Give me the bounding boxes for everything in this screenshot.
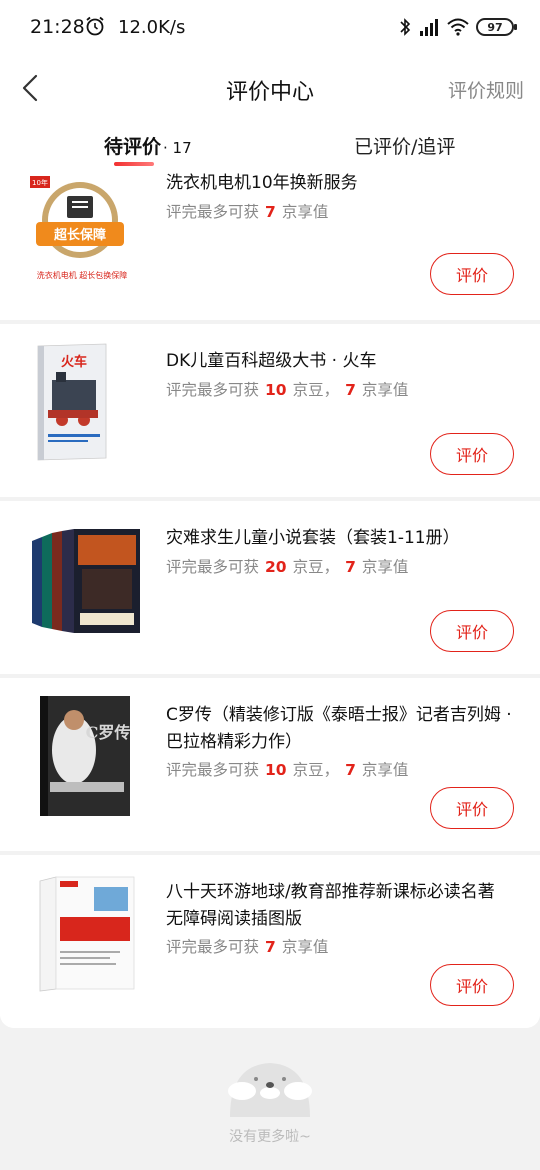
reward-prefix: 评完最多可获 <box>166 761 260 779</box>
reward-unit: 京享值 <box>361 558 409 576</box>
reward-number: 7 <box>265 938 276 956</box>
bluetooth-icon <box>400 18 411 36</box>
svg-text:10年: 10年 <box>32 178 48 187</box>
reward-prefix: 评完最多可获 <box>166 938 260 956</box>
active-tab-indicator <box>114 162 154 166</box>
svg-text:洗衣机电机 超长包换保障: 洗衣机电机 超长包换保障 <box>37 270 128 280</box>
reward-unit: 京享值 <box>361 381 409 399</box>
reward-prefix: 评完最多可获 <box>166 203 260 221</box>
reward-number: 10 <box>265 761 287 779</box>
list-item: 灾难求生儿童小说套装（套装1-11册） 评完最多可获 20 京豆， 7 京享值 评价 <box>0 497 540 674</box>
battery-indicator: 97 <box>476 18 517 36</box>
product-image: 火车 <box>22 342 142 462</box>
product-image: C罗传 <box>22 696 142 816</box>
status-time: 21:28 <box>30 16 85 38</box>
tab-pending-count: · 17 <box>163 139 192 157</box>
app-header: 评价中心 评价规则 <box>0 56 540 120</box>
reward-number: 20 <box>265 558 287 576</box>
product-name[interactable]: DK儿童百科超级大书 · 火车 <box>166 348 514 375</box>
rules-link[interactable]: 评价规则 <box>448 76 524 103</box>
reward-number: 10 <box>265 381 287 399</box>
reward-info: 评完最多可获 10 京豆， 7 京享值 <box>166 758 408 780</box>
evaluate-button[interactable]: 评价 <box>430 253 514 295</box>
network-speed: 12.0K/s <box>118 17 186 38</box>
no-more-text: 没有更多啦~ <box>229 1129 311 1145</box>
svg-text:火车: 火车 <box>61 354 87 370</box>
evaluate-button[interactable]: 评价 <box>430 964 514 1006</box>
svg-text:超长保障: 超长保障 <box>54 227 106 243</box>
reward-info: 评完最多可获 20 京豆， 7 京享值 <box>166 555 408 577</box>
reward-info: 评完最多可获 7 京享值 <box>166 200 328 222</box>
reward-info: 评完最多可获 10 京豆， 7 京享值 <box>166 378 408 400</box>
reward-unit: 京享值 <box>361 761 409 779</box>
product-image <box>22 519 142 639</box>
alarm-icon <box>86 16 104 36</box>
product-name[interactable]: 灾难求生儿童小说套装（套装1-11册） <box>166 525 514 552</box>
reward-unit: 京享值 <box>281 938 329 956</box>
evaluate-button[interactable]: 评价 <box>430 787 514 829</box>
reward-number: 7 <box>265 203 276 221</box>
reward-unit: 京豆， <box>292 761 340 779</box>
reward-prefix: 评完最多可获 <box>166 558 260 576</box>
battery-level: 97 <box>487 20 503 34</box>
wifi-icon <box>447 18 469 36</box>
reward-unit: 京豆， <box>292 381 340 399</box>
product-image: 10年 超长保障 洗衣机电机 超长包换保障 <box>22 172 142 292</box>
list-item: 八十天环游地球/教育部推荐新课标必读名著 无障碍阅读插图版 评完最多可获 7 京享值… <box>0 851 540 1028</box>
evaluate-button[interactable]: 评价 <box>430 433 514 475</box>
tab-reviewed[interactable]: 已评价/追评 <box>354 132 455 159</box>
reward-unit: 京豆， <box>292 558 340 576</box>
product-name[interactable]: 八十天环游地球/教育部推荐新课标必读名著 无障碍阅读插图版 <box>166 879 514 933</box>
reward-number: 7 <box>345 761 356 779</box>
list-item: 10年 超长保障 洗衣机电机 超长包换保障 洗衣机电机10年换新服务 评完最多可… <box>0 168 540 320</box>
signal-icon <box>420 19 438 36</box>
reward-number: 7 <box>345 381 356 399</box>
reward-number: 7 <box>345 558 356 576</box>
evaluate-button[interactable]: 评价 <box>430 610 514 652</box>
tab-pending-label: 待评价 <box>104 136 162 158</box>
reward-prefix: 评完最多可获 <box>166 381 260 399</box>
product-name[interactable]: 洗衣机电机10年换新服务 <box>166 170 514 197</box>
product-list: 10年 超长保障 洗衣机电机 超长包换保障 洗衣机电机10年换新服务 评完最多可… <box>0 168 540 1028</box>
mascot-dog-icon <box>228 1063 312 1117</box>
product-name[interactable]: C罗传（精装修订版《泰晤士报》记者吉列姆 · 巴拉格精彩力作） <box>166 702 514 756</box>
list-item: 火车 DK儿童百科超级大书 · 火车 评完最多可获 10 京豆， 7 京享值 评价 <box>0 320 540 497</box>
reward-info: 评完最多可获 7 京享值 <box>166 935 328 957</box>
svg-text:C罗传: C罗传 <box>86 723 131 742</box>
list-end-footer: 没有更多啦~ <box>0 1055 540 1170</box>
status-bar: 21:28 12.0K/s 97 <box>0 0 540 56</box>
product-image <box>22 873 142 993</box>
list-item: C罗传 C罗传（精装修订版《泰晤士报》记者吉列姆 · 巴拉格精彩力作） 评完最多… <box>0 674 540 851</box>
tab-bar: 待评价 · 17 已评价/追评 <box>0 120 540 168</box>
tab-pending[interactable]: 待评价 · 17 <box>104 132 192 159</box>
reward-unit: 京享值 <box>281 203 329 221</box>
